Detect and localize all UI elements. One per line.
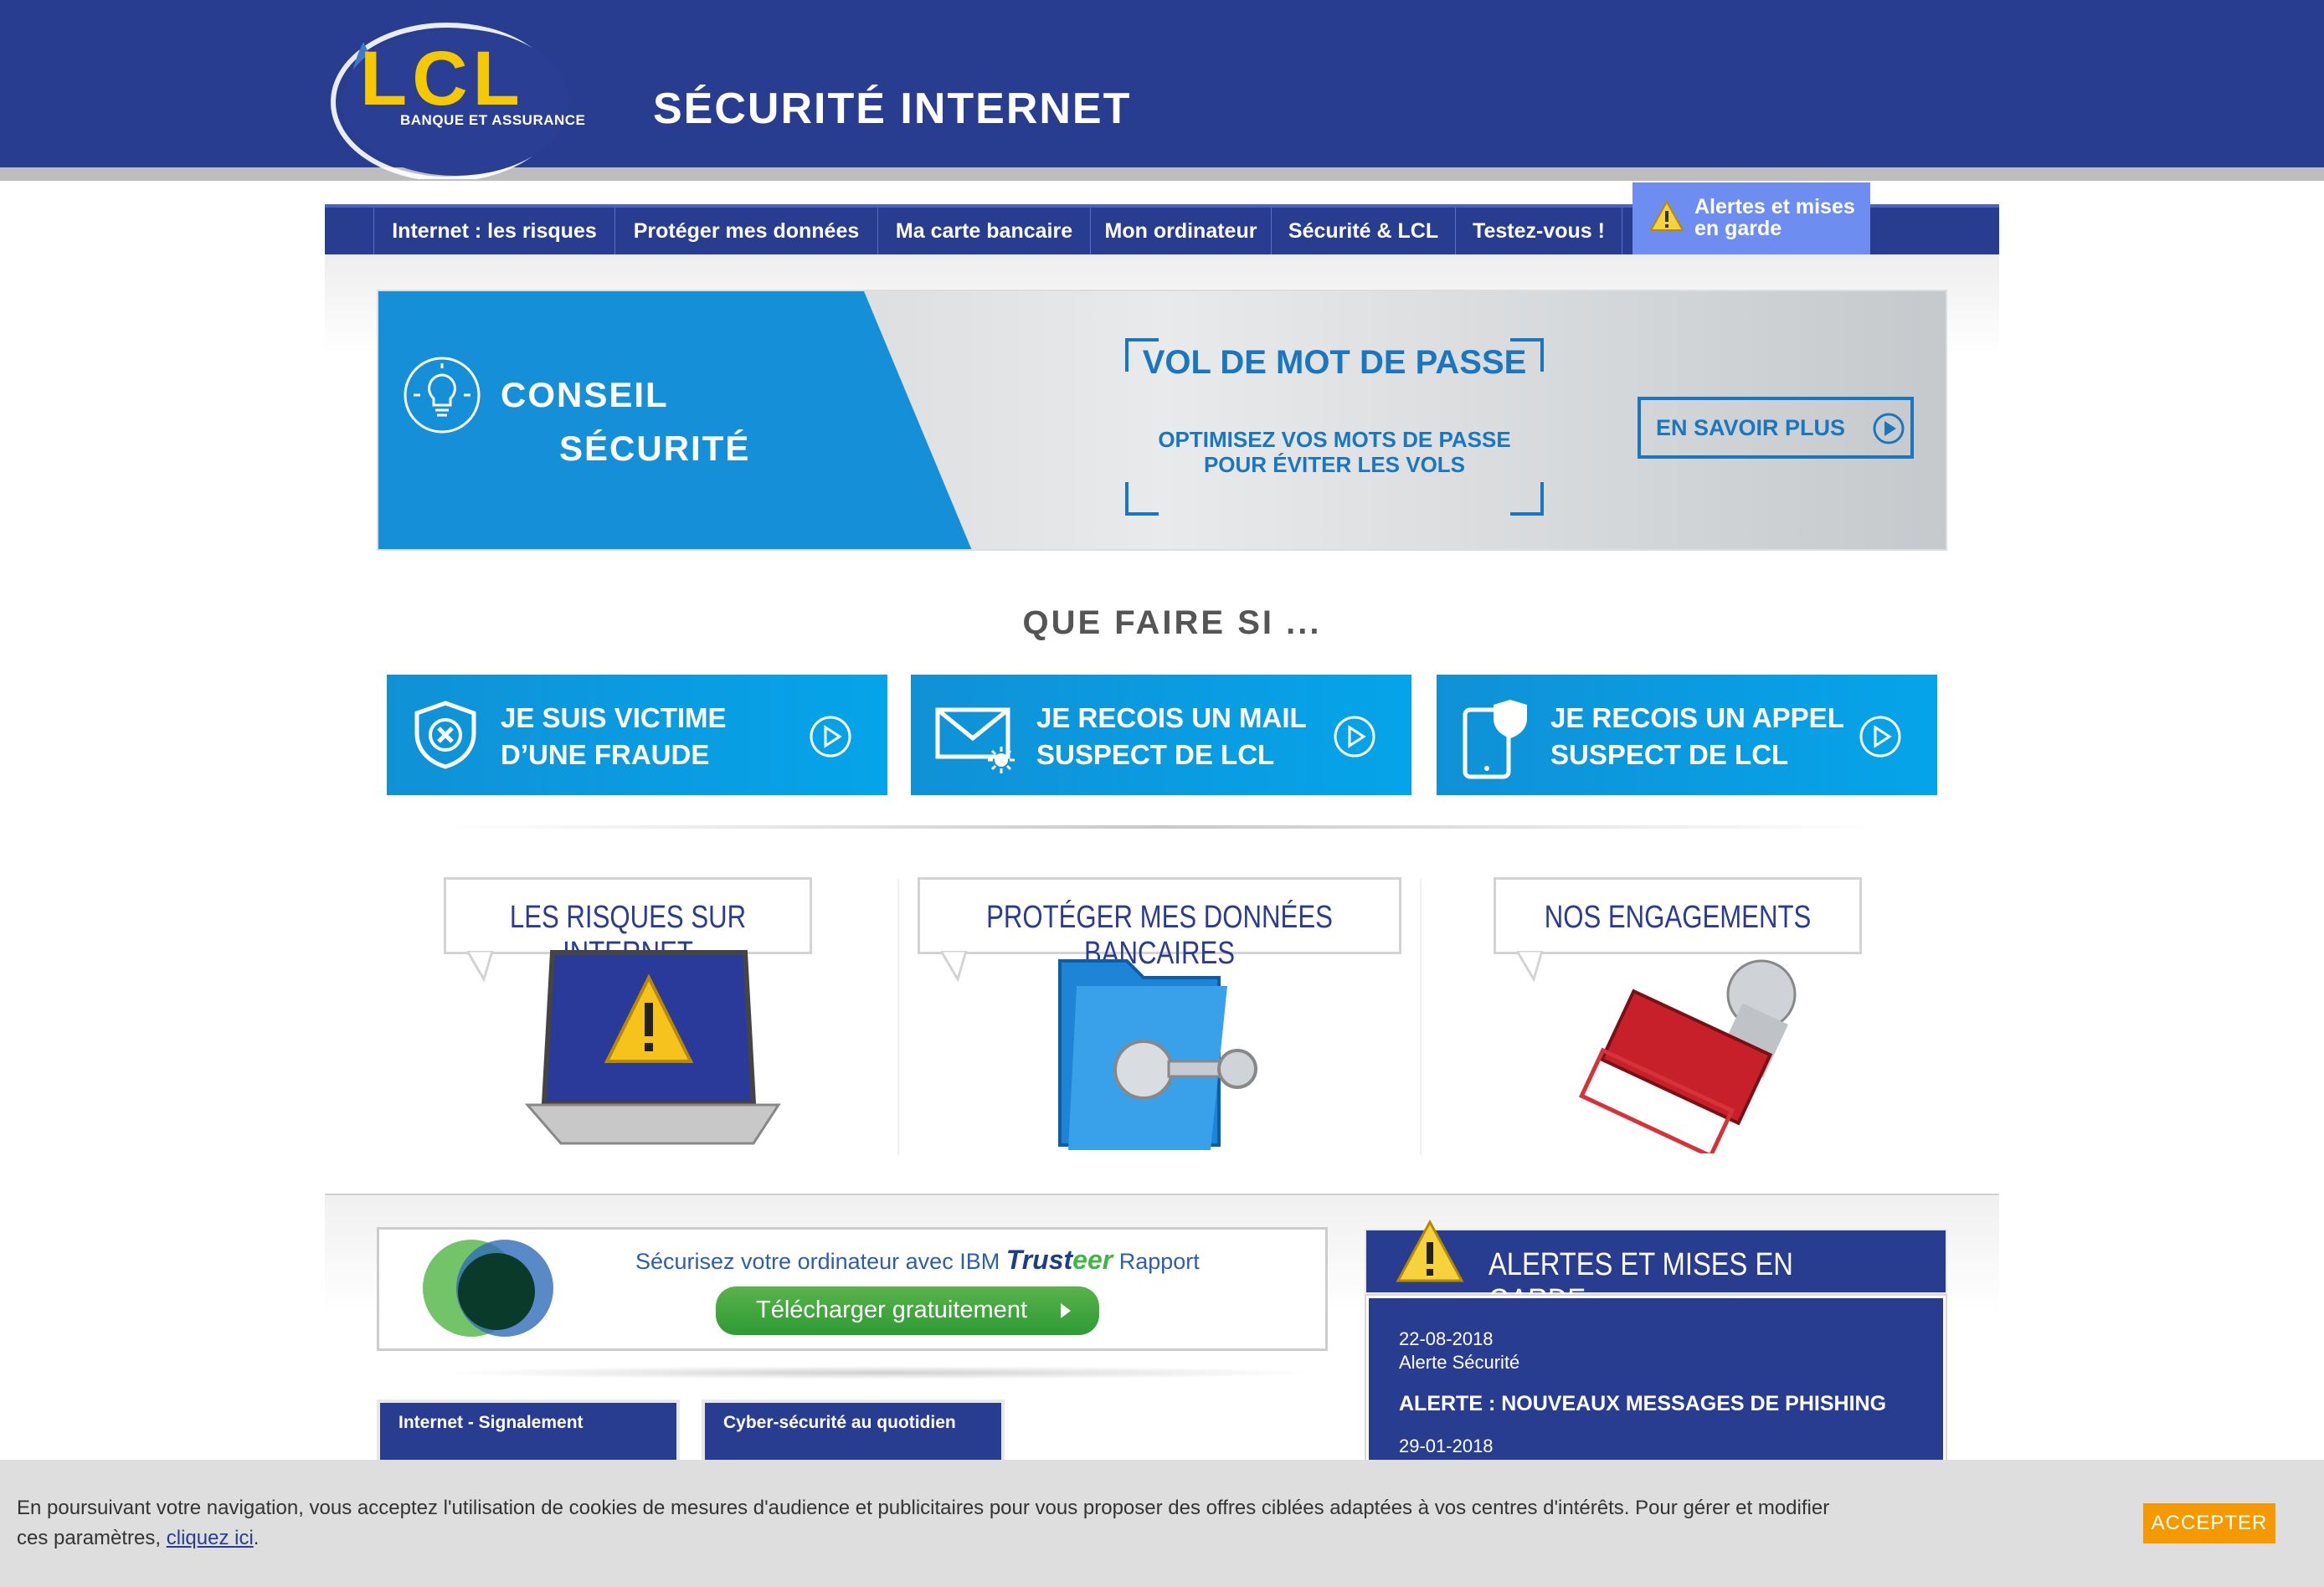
nav-alertes-label: Alertes et mises en garde xyxy=(1694,195,1855,240)
internet-signalement-box[interactable]: Internet - Signalement xyxy=(377,1400,680,1461)
alert-date: 29-01-2018 xyxy=(1399,1435,1494,1456)
appel-suspect-label: JE RECOIS UN APPEL SUSPECT DE LCL xyxy=(1550,700,1844,773)
bubble-tail xyxy=(941,951,968,983)
logo-subtitle: BANQUE ET ASSURANCE xyxy=(400,112,586,128)
trusteer-brand: Trusteer xyxy=(1006,1245,1113,1275)
nav-mon-ordinateur[interactable]: Mon ordinateur xyxy=(1090,208,1271,254)
alert-category: Alerte Sécurité xyxy=(1399,1352,1520,1373)
nav-testez-vous[interactable]: Testez-vous ! xyxy=(1455,208,1622,254)
alert-date: 22-08-2018 xyxy=(1399,1328,1494,1349)
fraude-button[interactable]: JE SUIS VICTIME D’UNE FRAUDE xyxy=(387,675,887,795)
appel-line1: JE RECOIS UN APPEL xyxy=(1550,702,1844,733)
accept-cookies-button[interactable]: ACCEPTER xyxy=(2143,1503,2275,1543)
play-icon xyxy=(1872,412,1905,449)
folder-key-icon xyxy=(1058,959,1257,1150)
nav-carte-bancaire[interactable]: Ma carte bancaire xyxy=(877,208,1090,254)
appel-line2: SUSPECT DE LCL xyxy=(1550,739,1789,770)
trusteer-tagline: Sécurisez votre ordinateur avec IBM xyxy=(635,1249,1000,1274)
play-icon xyxy=(1333,715,1376,763)
trusteer-product: Rapport xyxy=(1118,1249,1200,1274)
card-engagements-label: NOS ENGAGEMENTS xyxy=(1544,900,1812,935)
cyber-securite-label: Cyber-sécurité au quotidien xyxy=(723,1413,956,1432)
arrow-right-icon xyxy=(1061,1303,1071,1318)
trusteer-brand-accent: eer xyxy=(1072,1245,1113,1275)
cookie-banner: En poursuivant votre navigation, vous ac… xyxy=(0,1460,2324,1587)
mail-line1: JE RECOIS UN MAIL xyxy=(1036,702,1307,733)
bubble-tail xyxy=(1517,951,1544,983)
trusteer-brand-main: Trust xyxy=(1005,1245,1073,1275)
nav-securite-lcl[interactable]: Sécurité & LCL xyxy=(1271,208,1455,254)
telecharger-label: Télécharger gratuitement xyxy=(756,1297,1027,1323)
warning-icon xyxy=(1395,1219,1465,1290)
alert-headline-link[interactable]: ALERTE : NOUVEAUX MESSAGES DE PHISHING xyxy=(1399,1392,1886,1416)
alerts-list: 22-08-2018 Alerte Sécurité ALERTE : NOUV… xyxy=(1365,1294,1947,1465)
fraude-line2: D’UNE FRAUDE xyxy=(501,739,710,770)
trusteer-banner[interactable]: Sécurisez votre ordinateur avec IBM Trus… xyxy=(377,1227,1328,1351)
en-savoir-plus-button[interactable]: EN SAVOIR PLUS xyxy=(1638,397,1914,459)
card-separator xyxy=(897,879,899,1155)
card-engagements-bubble: NOS ENGAGEMENTS xyxy=(1494,877,1862,954)
banner-line2: SÉCURITÉ xyxy=(559,429,751,468)
section-divider xyxy=(452,825,1875,829)
card-separator xyxy=(1420,879,1422,1155)
alerts-header: ALERTES ET MISES EN GARDE xyxy=(1365,1219,1947,1318)
telecharger-button[interactable]: Télécharger gratuitement xyxy=(716,1287,1099,1335)
page-title: SÉCURITÉ INTERNET xyxy=(653,85,1132,133)
shield-x-icon xyxy=(410,700,481,774)
card-nos-engagements[interactable]: NOS ENGAGEMENTS xyxy=(1494,877,1862,1162)
appel-suspect-button[interactable]: JE RECOIS UN APPEL SUSPECT DE LCL xyxy=(1437,675,1937,795)
phone-shield-icon xyxy=(1460,700,1530,784)
internet-signalement-label: Internet - Signalement xyxy=(398,1413,584,1432)
trusteer-shadow xyxy=(435,1366,1323,1379)
cookie-text: En poursuivant votre navigation, vous ac… xyxy=(17,1493,1842,1554)
lightbulb-icon xyxy=(402,355,482,439)
card-proteger-bubble: PROTÉGER MES DONNÉES BANCAIRES xyxy=(918,877,1401,971)
fraude-line1: JE SUIS VICTIME xyxy=(501,702,727,733)
promo-banner[interactable]: CONSEIL SÉCURITÉ VOL DE MOT DE PASSE OPT… xyxy=(377,290,1947,551)
warning-icon xyxy=(1649,199,1684,237)
en-savoir-plus-label: EN SAVOIR PLUS xyxy=(1656,415,1846,440)
nav-internet-risques[interactable]: Internet : les risques xyxy=(373,208,614,254)
banner-headline: VOL DE MOT DE PASSE xyxy=(1142,344,1527,381)
card-risques-internet[interactable]: LES RISQUES SUR INTERNET xyxy=(444,877,812,1162)
mail-suspect-button[interactable]: JE RECOIS UN MAIL SUSPECT DE LCL xyxy=(911,675,1411,795)
cookie-message: En poursuivant votre navigation, vous ac… xyxy=(17,1497,1830,1549)
logo-wordmark: LCL xyxy=(360,36,525,121)
cookie-settings-link[interactable]: cliquez ici xyxy=(167,1527,254,1549)
mail-icon xyxy=(934,700,1026,778)
play-icon xyxy=(809,715,852,763)
fraude-button-label: JE SUIS VICTIME D’UNE FRAUDE xyxy=(501,700,727,773)
mail-line2: SUSPECT DE LCL xyxy=(1036,739,1275,770)
mail-suspect-label: JE RECOIS UN MAIL SUSPECT DE LCL xyxy=(1036,700,1307,773)
play-icon xyxy=(1859,715,1902,763)
laptop-warning-icon xyxy=(524,950,781,1145)
nav-alertes[interactable]: Alertes et mises en garde xyxy=(1632,182,1870,254)
trusteer-logo-icon xyxy=(423,1240,553,1337)
nav-proteger-donnees[interactable]: Protéger mes données xyxy=(614,208,877,254)
stamp-icon xyxy=(1578,959,1797,1153)
banner-subline: OPTIMISEZ VOS MOTS DE PASSE POUR ÉVITER … xyxy=(1158,427,1511,477)
bubble-tail xyxy=(467,951,494,983)
banner-line1: CONSEIL xyxy=(501,375,669,414)
card-proteger-donnees[interactable]: PROTÉGER MES DONNÉES BANCAIRES xyxy=(918,877,1401,1162)
cookie-end: . xyxy=(253,1527,260,1549)
cyber-securite-box[interactable]: Cyber-sécurité au quotidien xyxy=(702,1400,1005,1461)
card-risques-bubble: LES RISQUES SUR INTERNET xyxy=(444,877,812,971)
trusteer-text: Sécurisez votre ordinateur avec IBM Trus… xyxy=(635,1245,1200,1276)
que-faire-title: QUE FAIRE SI ... xyxy=(1022,604,1322,641)
